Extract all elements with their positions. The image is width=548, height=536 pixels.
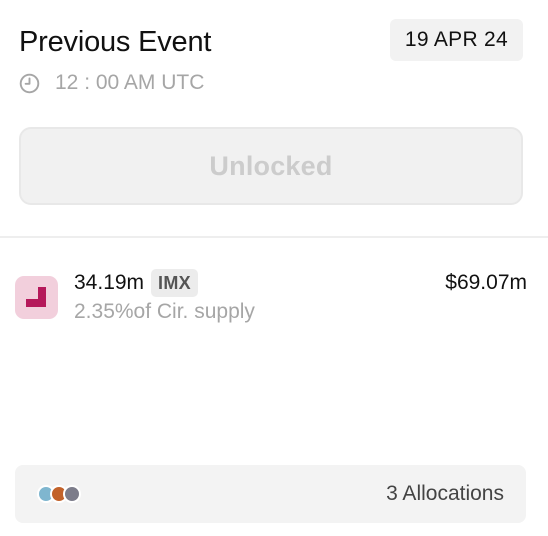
token-row: 34.19m IMX 2.35%of Cir. supply $69.07m xyxy=(15,264,527,334)
token-amount-line: 34.19m IMX xyxy=(74,268,198,298)
token-amount: 34.19m xyxy=(74,271,145,294)
event-time-row: 12 : 00 AM UTC xyxy=(19,71,204,95)
circulating-supply-text: 2.35%of Cir. supply xyxy=(74,300,255,323)
allocations-bar[interactable]: 3 Allocations xyxy=(15,465,526,523)
divider xyxy=(0,236,548,238)
allocation-dot xyxy=(63,485,81,503)
unlocked-button[interactable]: Unlocked xyxy=(19,127,523,205)
token-value: $69.07m xyxy=(445,271,527,294)
clock-icon xyxy=(19,73,40,94)
allocations-label: 3 Allocations xyxy=(386,482,504,505)
event-header: Previous Event 19 APR 24 xyxy=(19,19,523,64)
page-title: Previous Event xyxy=(19,26,212,58)
date-badge: 19 APR 24 xyxy=(389,19,523,61)
token-logo-icon xyxy=(15,276,58,319)
event-time: 12 : 00 AM UTC xyxy=(55,71,205,94)
token-symbol-badge: IMX xyxy=(151,269,198,297)
allocation-dots xyxy=(37,485,87,503)
